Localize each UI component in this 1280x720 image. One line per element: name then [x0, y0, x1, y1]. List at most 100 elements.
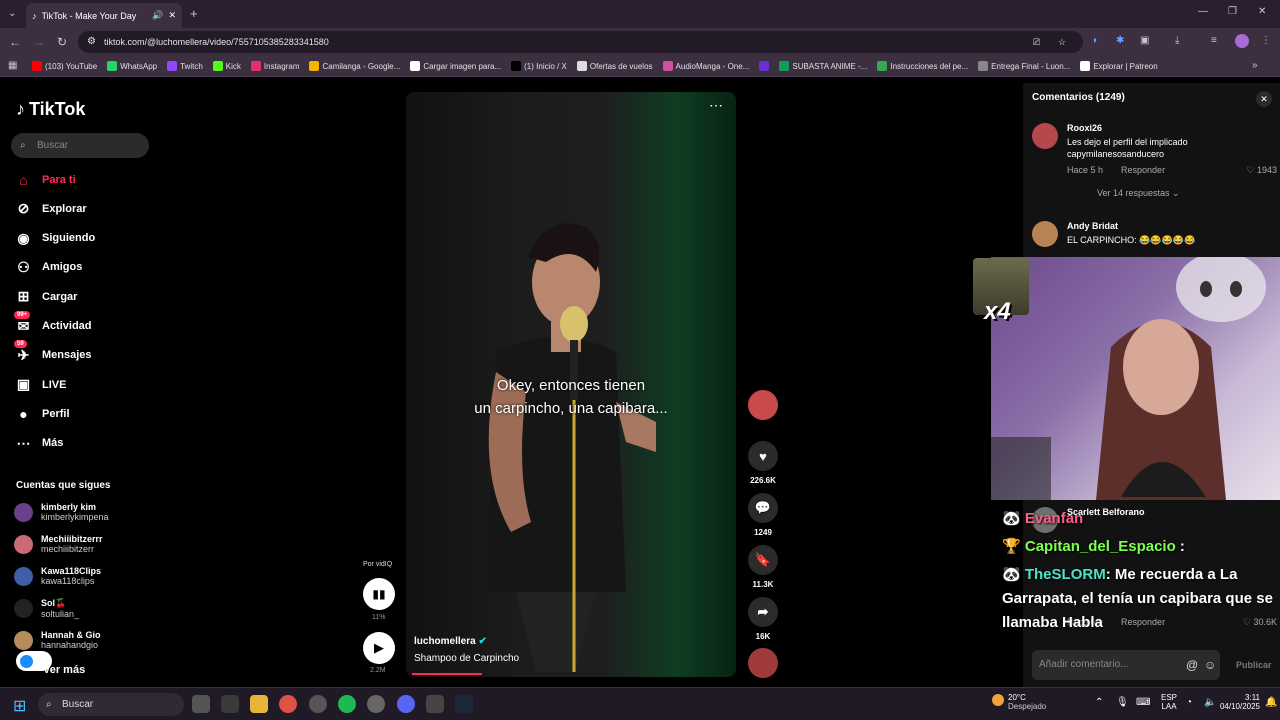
profile-avatar[interactable] [1235, 34, 1249, 48]
bookmark-item[interactable] [759, 61, 770, 71]
apps-grid-icon[interactable]: ▦ [8, 60, 17, 71]
url-field[interactable]: ⚙ tiktok.com/@luchomellera/video/7557105… [78, 31, 1083, 53]
clock[interactable]: 3:11 04/10/2025 [1218, 693, 1260, 711]
bookmark-item[interactable]: AudioManga - One... [662, 61, 749, 71]
weather-icon[interactable] [992, 694, 1004, 706]
following-account[interactable]: Mechiiibitzerrr mechiiibitzerr [14, 534, 103, 554]
close-window-button[interactable]: ✕ [1258, 6, 1266, 17]
spotify-icon[interactable] [338, 695, 356, 713]
bookmark-star-icon[interactable]: ☆ [1058, 31, 1066, 53]
extension-icon[interactable]: ◗ [1092, 35, 1098, 46]
following-account[interactable]: Sol🍒 soltulian_ [14, 598, 79, 619]
volume-icon[interactable]: 🔈 [1204, 697, 1216, 708]
tiktok-logo[interactable]: ♪ TikTok [16, 99, 85, 120]
following-account[interactable]: kimberly kim kimberlykimpena [14, 502, 109, 522]
bookmark-item[interactable]: Kick [212, 61, 241, 71]
tab-close-icon[interactable]: ✕ [168, 10, 176, 21]
publish-button[interactable]: Publicar [1236, 660, 1272, 670]
windows-start-icon[interactable]: ⊞ [13, 696, 26, 716]
discord-icon[interactable] [397, 695, 415, 713]
video-author[interactable]: luchomellera ✔ [414, 636, 519, 647]
bookmark-item[interactable]: (103) YouTube [32, 61, 97, 71]
extensions-puzzle-icon[interactable]: ▣ [1140, 35, 1149, 46]
bookmark-item[interactable]: Explorar | Patreon [1080, 61, 1158, 71]
commenter-avatar[interactable] [1032, 221, 1058, 247]
following-account[interactable]: Hannah & Gio hannahandgio [14, 630, 101, 650]
nav-item-cargar[interactable]: ⊞ Cargar [15, 288, 78, 305]
browser-menu-icon[interactable]: ⋮ [1261, 35, 1271, 46]
tray-chevron-icon[interactable]: ⌃ [1095, 697, 1103, 708]
notification-icon[interactable]: 🔔 [1265, 697, 1277, 708]
commenter-avatar[interactable] [1032, 123, 1058, 149]
steam-icon[interactable] [455, 695, 473, 713]
share-button[interactable]: ➦ 16K [745, 597, 781, 641]
vidiq-stats-button[interactable]: ▮▮ [363, 578, 395, 610]
microphone-icon[interactable]: 🎙 [1116, 697, 1129, 708]
search-input[interactable]: ⌕ Buscar [11, 133, 149, 158]
tab-list-icon[interactable]: ⌄ [8, 8, 16, 19]
comment-user[interactable]: Rooxi26 [1067, 123, 1277, 133]
file-explorer-icon[interactable] [250, 695, 268, 713]
bookmark-item[interactable]: Twitch [167, 61, 203, 71]
nav-item-más[interactable]: ⋯ Más [15, 435, 64, 452]
bookmark-item[interactable]: WhatsApp [107, 61, 157, 71]
nav-item-amigos[interactable]: ⚇ Amigos [15, 259, 82, 276]
nav-item-mensajes[interactable]: ✈ Mensajes [15, 347, 92, 364]
taskbar-search[interactable]: ⌕ Buscar [38, 693, 184, 716]
keyboard-icon[interactable]: ⌨ [1136, 697, 1150, 708]
cast-icon[interactable]: ⎚ [1033, 31, 1040, 53]
comment-user[interactable]: Scarlett Belforano [1067, 507, 1277, 517]
bookmark-item[interactable]: Camilanga - Google... [309, 61, 400, 71]
close-comments-icon[interactable]: ✕ [1256, 91, 1272, 107]
app-icon[interactable] [309, 695, 327, 713]
bookmark-item[interactable]: Ofertas de vuelos [576, 61, 653, 71]
view-replies-button[interactable]: Ver 14 respuestas ⌄ [1067, 188, 1277, 199]
bookmark-item[interactable]: Entrega Final - Luon... [978, 61, 1070, 71]
sound-disc-button[interactable] [745, 648, 781, 683]
media-control-icon[interactable]: ≡ [1211, 35, 1217, 46]
reply-button[interactable]: Responder [1121, 165, 1165, 176]
bookmark-item[interactable]: Cargar imagen para... [410, 61, 501, 71]
mention-icon[interactable]: @ [1186, 650, 1198, 680]
nav-item-perfil[interactable]: ● Perfil [15, 405, 69, 422]
play-button[interactable]: ▶ [363, 632, 395, 664]
nav-item-explorar[interactable]: ⊘ Explorar [15, 200, 87, 217]
maximize-button[interactable]: ❐ [1228, 6, 1237, 17]
download-icon[interactable]: ⤓ [1175, 35, 1179, 46]
more-bookmarks-icon[interactable]: » [1252, 60, 1258, 71]
site-info-icon[interactable]: ⚙ [87, 31, 96, 53]
following-account[interactable]: Kawa118Clips kawa118clips [14, 566, 101, 586]
bookmark-item[interactable]: Instrucciones del pe... [877, 61, 968, 71]
video-player[interactable]: ⋯ Okey, entonces tienen un carpincho, un… [406, 92, 736, 677]
extension-2-icon[interactable]: ✱ [1116, 35, 1124, 46]
chrome-icon[interactable] [279, 695, 297, 713]
new-tab-button[interactable]: + [190, 6, 198, 21]
minimize-button[interactable]: — [1198, 6, 1208, 17]
nav-item-actividad[interactable]: ✉ Actividad [15, 318, 92, 335]
app-icon[interactable] [221, 695, 239, 713]
comment-user[interactable]: Andy Bridat [1067, 221, 1277, 231]
like-button[interactable]: ♥ 226.6K [745, 441, 781, 485]
back-icon[interactable]: ← [9, 35, 21, 49]
nav-item-live[interactable]: ▣ LIVE [15, 376, 67, 393]
language-indicator[interactable]: ESP LAA [1161, 693, 1177, 711]
comment-like[interactable]: ♡ 1943 [1246, 165, 1277, 176]
bookmark-item[interactable]: Instagram [250, 61, 299, 71]
comment-input[interactable]: Añadir comentario... @ ☺ [1032, 650, 1220, 680]
nav-item-siguiendo[interactable]: ◉ Siguiendo [15, 230, 95, 247]
bookmark-item[interactable]: SUBASTA ANIME -... [779, 61, 867, 71]
author-avatar[interactable] [748, 390, 778, 420]
nav-item-para-ti[interactable]: ⌂ Para ti [15, 171, 75, 188]
author-avatar-button[interactable] [745, 390, 781, 425]
emoji-icon[interactable]: ☺ [1204, 650, 1216, 680]
see-more-link[interactable]: Ver más [43, 664, 85, 676]
save-button[interactable]: 🔖 11.3K [745, 545, 781, 589]
task-view-icon[interactable] [192, 695, 210, 713]
browser-tab[interactable]: ♪ TikTok - Make Your Day 🔊 ✕ [26, 3, 182, 28]
weather-widget[interactable]: 20°C Despejado [1008, 693, 1046, 711]
bookmark-item[interactable]: (1) Inicio / X [511, 61, 567, 71]
forward-icon[interactable]: → [33, 35, 45, 49]
app-icon[interactable] [367, 695, 385, 713]
video-progress-bar[interactable] [412, 673, 482, 675]
app-icon[interactable] [426, 695, 444, 713]
